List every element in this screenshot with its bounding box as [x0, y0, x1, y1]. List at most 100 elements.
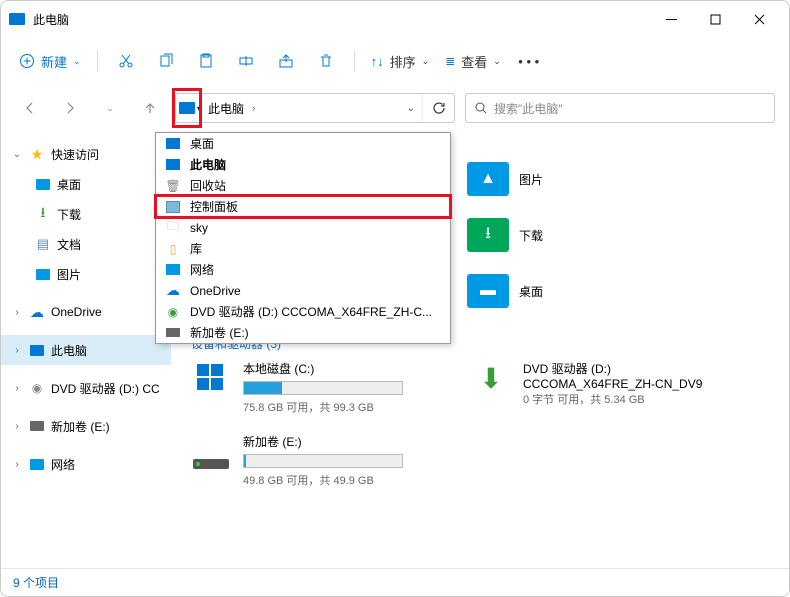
paste-icon [198, 53, 214, 69]
chevron-down-icon: ⌄ [73, 56, 81, 67]
dropdown-item-desktop[interactable]: 桌面 [156, 133, 450, 154]
drive-d-dvd[interactable]: ⬇ DVD 驱动器 (D:) CCCOMA_X64FRE_ZH-CN_DV9 0… [471, 360, 751, 415]
sidebar-item-desktop[interactable]: 桌面 [1, 169, 171, 199]
dropdown-item-libraries[interactable]: ▯库 [156, 238, 450, 259]
cloud-icon: ☁ [164, 282, 182, 299]
sidebar-item-quickaccess[interactable]: ⌄★快速访问 [1, 139, 171, 169]
network-icon [164, 264, 182, 275]
dropdown-item-dvd[interactable]: ◉DVD 驱动器 (D:) CCCOMA_X64FRE_ZH-C... [156, 301, 450, 322]
pictures-icon [36, 269, 50, 280]
sidebar-item-onedrive[interactable]: ›☁OneDrive [1, 297, 171, 327]
scissors-icon [118, 53, 134, 69]
delete-button[interactable] [308, 43, 344, 79]
cut-button[interactable] [108, 43, 144, 79]
windows-icon [191, 360, 231, 396]
dropdown-item-recyclebin[interactable]: 🗑回收站 [156, 175, 450, 196]
maximize-button[interactable] [693, 4, 737, 34]
drive-name: 本地磁盘 (C:) [243, 360, 403, 377]
recent-dropdown[interactable]: ⌄ [95, 93, 125, 123]
chevron-right-icon[interactable]: › [248, 103, 259, 114]
new-button[interactable]: 新建 ⌄ [13, 43, 87, 79]
view-button[interactable]: ≣ 查看 ⌄ [439, 43, 507, 79]
rename-button[interactable] [228, 43, 264, 79]
search-icon [474, 101, 488, 115]
dropdown-item-onedrive[interactable]: ☁OneDrive [156, 280, 450, 301]
desktop-icon: ▬ [467, 274, 509, 308]
drive-name: DVD 驱动器 (D:) [523, 360, 702, 377]
dropdown-item-sky[interactable]: 🗀sky [156, 217, 450, 238]
cloud-icon: ☁ [29, 304, 45, 320]
plus-circle-icon [19, 53, 35, 69]
sidebar-item-dvd[interactable]: ›◉DVD 驱动器 (D:) CC [1, 373, 171, 403]
recycle-icon: 🗑 [164, 179, 182, 193]
folder-icon [36, 179, 50, 190]
address-dropdown-menu: 桌面 此电脑 🗑回收站 控制面板 🗀sky ▯库 网络 ☁OneDrive ◉D… [155, 132, 451, 344]
star-icon: ★ [29, 146, 45, 162]
sidebar-item-network[interactable]: ›网络 [1, 449, 171, 479]
dvd-icon: ◉ [29, 380, 45, 396]
thispc-icon [179, 102, 195, 114]
more-button[interactable]: • • • [511, 43, 547, 79]
trash-icon [318, 53, 334, 69]
thispc-icon [166, 159, 180, 170]
sidebar-item-documents[interactable]: ▤文档 [1, 229, 171, 259]
sort-icon: ↑↓ [371, 54, 384, 69]
drive-c[interactable]: 本地磁盘 (C:) 75.8 GB 可用，共 99.3 GB [191, 360, 441, 415]
disk-icon [30, 421, 44, 431]
drive-free: 0 字节 可用，共 5.34 GB [523, 391, 702, 407]
address-bar[interactable]: ▾ 此电脑 › ⌄ [175, 93, 455, 123]
chevron-down-icon: ⌄ [493, 56, 501, 67]
address-history-button[interactable]: ⌄ [400, 103, 422, 114]
chevron-down-icon: ⌄ [422, 56, 430, 67]
dropdown-item-controlpanel[interactable]: 控制面板 [156, 196, 450, 217]
paste-button[interactable] [188, 43, 224, 79]
share-button[interactable] [268, 43, 304, 79]
share-icon [278, 53, 294, 69]
sidebar-item-thispc[interactable]: ›此电脑 [1, 335, 171, 365]
folder-item-downloads[interactable]: ⭳下载 [467, 213, 543, 257]
thispc-icon [9, 13, 25, 25]
window-title: 此电脑 [33, 11, 649, 28]
item-count: 9 个项目 [13, 574, 59, 591]
back-button[interactable] [15, 93, 45, 123]
search-input[interactable]: 搜索"此电脑" [465, 93, 775, 123]
minimize-button[interactable] [649, 4, 693, 34]
thispc-icon [30, 345, 44, 356]
view-icon: ≣ [445, 54, 455, 68]
sidebar-item-pictures[interactable]: 图片 [1, 259, 171, 289]
download-icon: ⭳ [467, 218, 509, 252]
sort-button[interactable]: ↑↓ 排序 ⌄ [365, 43, 436, 79]
dvd-icon: ⬇ [471, 360, 511, 396]
network-icon [30, 459, 44, 470]
status-bar: 9 个项目 [1, 568, 789, 596]
dropdown-item-volume-e[interactable]: 新加卷 (E:) [156, 322, 450, 343]
disk-icon [193, 459, 229, 469]
forward-button[interactable] [55, 93, 85, 123]
sidebar-item-volume-e[interactable]: ›新加卷 (E:) [1, 411, 171, 441]
drive-name: 新加卷 (E:) [243, 433, 403, 450]
copy-button[interactable] [148, 43, 184, 79]
address-dropdown-button[interactable]: ▾ [176, 102, 204, 114]
nav-sidebar: ⌄★快速访问 桌面 ⭳下载 ▤文档 图片 ›☁OneDrive ›此电脑 ›◉D… [1, 131, 171, 574]
sidebar-item-downloads[interactable]: ⭳下载 [1, 199, 171, 229]
refresh-button[interactable] [422, 94, 454, 122]
drive-free: 49.8 GB 可用，共 49.9 GB [243, 472, 403, 488]
breadcrumb[interactable]: 此电脑 [204, 100, 248, 117]
close-button[interactable] [737, 4, 781, 34]
up-button[interactable] [135, 93, 165, 123]
drive-e[interactable]: 新加卷 (E:) 49.8 GB 可用，共 49.9 GB [191, 433, 441, 488]
rename-icon [238, 53, 254, 69]
folder-item-desktop[interactable]: ▬桌面 [467, 269, 543, 313]
dropdown-item-thispc[interactable]: 此电脑 [156, 154, 450, 175]
pictures-icon: ▲ [467, 162, 509, 196]
document-icon: ▤ [35, 236, 51, 252]
library-icon: ▯ [164, 242, 182, 256]
download-icon: ⭳ [35, 206, 51, 222]
dropdown-item-network[interactable]: 网络 [156, 259, 450, 280]
folder-item-pictures[interactable]: ▲图片 [467, 157, 543, 201]
monitor-icon [166, 138, 180, 149]
copy-icon [158, 53, 174, 69]
controlpanel-icon [166, 201, 180, 213]
drive-free: 75.8 GB 可用，共 99.3 GB [243, 399, 403, 415]
folder-icon: 🗀 [164, 217, 182, 238]
